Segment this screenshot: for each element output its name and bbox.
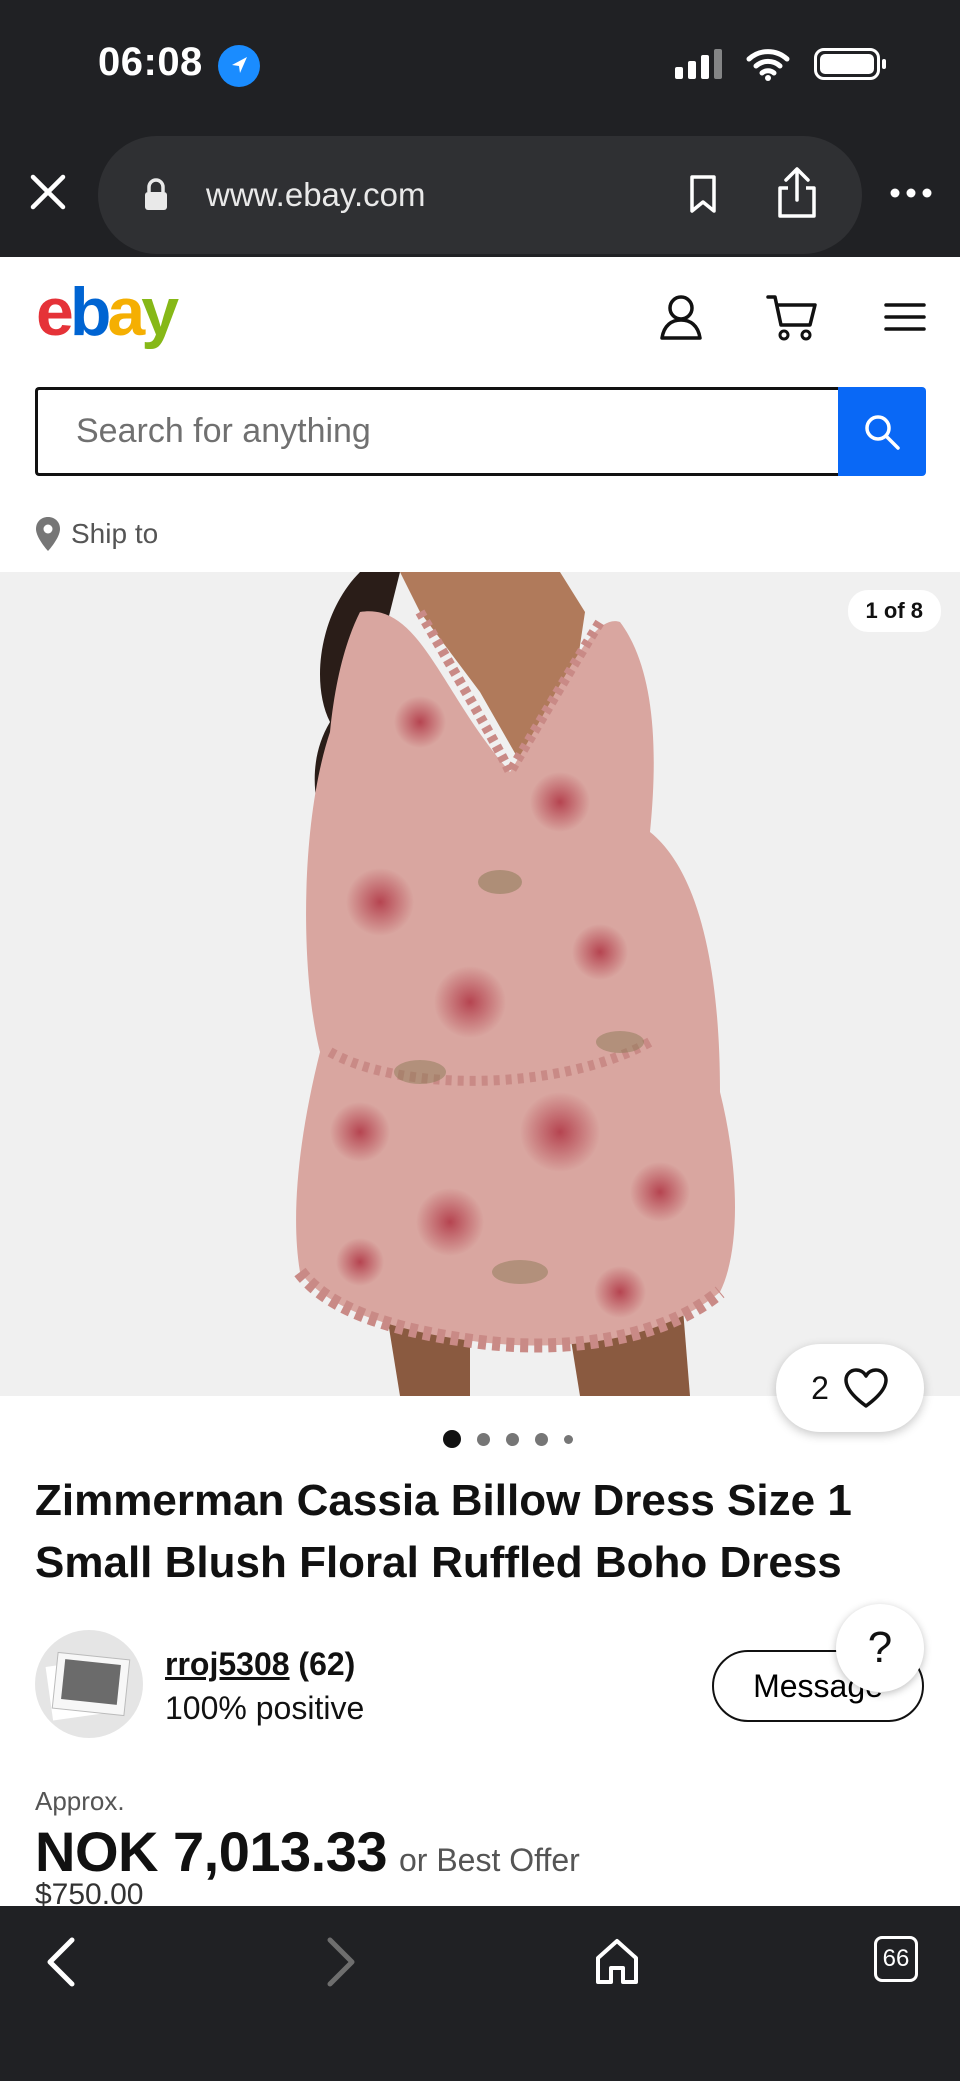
- location-arrow-icon: [218, 45, 260, 87]
- status-time: 06:08: [98, 40, 203, 84]
- browser-toolbar: www.ebay.com: [0, 130, 960, 257]
- wifi-icon: [746, 49, 790, 81]
- bookmark-icon[interactable]: [686, 174, 720, 214]
- cart-icon[interactable]: [766, 293, 818, 343]
- seller-feedback-count: (62): [298, 1646, 356, 1682]
- image-counter: 1 of 8: [847, 590, 941, 632]
- search-button[interactable]: [838, 387, 926, 476]
- approx-label: Approx.: [35, 1786, 125, 1816]
- map-pin-icon: [36, 517, 60, 551]
- seller-positive-rating: 100% positive: [165, 1690, 365, 1726]
- forward-icon[interactable]: [322, 1936, 358, 1988]
- gallery-pagination: [0, 1430, 960, 1448]
- watchlist-button[interactable]: 2: [776, 1344, 924, 1432]
- best-offer-label: or Best Offer: [398, 1842, 580, 1878]
- ship-to-link[interactable]: Ship to: [35, 516, 158, 552]
- address-bar[interactable]: www.ebay.com: [98, 136, 862, 254]
- ebay-logo[interactable]: ebay: [36, 273, 179, 351]
- status-bar: 06:08: [0, 0, 960, 130]
- pagination-dot[interactable]: [564, 1434, 573, 1444]
- heart-icon: [844, 1368, 888, 1408]
- lock-icon: [145, 178, 167, 210]
- battery-icon: [814, 48, 886, 80]
- pagination-dot-active[interactable]: [443, 1430, 461, 1448]
- price: NOK 7,013.33: [35, 1820, 387, 1883]
- pagination-dot[interactable]: [535, 1432, 548, 1446]
- listing-title: Zimmerman Cassia Billow Dress Size 1 Sma…: [35, 1476, 852, 1587]
- more-options-icon[interactable]: [890, 188, 932, 198]
- pagination-dot[interactable]: [477, 1432, 490, 1446]
- photo-placeholder-icon: [45, 1651, 131, 1721]
- search-bar: [35, 387, 926, 476]
- seller-info: rroj5308 (62) 100% positive Message: [35, 1630, 925, 1740]
- seller-avatar[interactable]: [35, 1630, 143, 1738]
- browser-bottom-bar: 66: [0, 1906, 960, 2081]
- search-icon: [865, 414, 900, 450]
- share-icon[interactable]: [774, 166, 820, 220]
- home-icon[interactable]: [594, 1936, 640, 1986]
- ship-to-label: Ship to: [71, 518, 159, 549]
- price-section: Approx. NOK 7,013.33 or Best Offer: [35, 1786, 925, 1884]
- pagination-dot[interactable]: [506, 1432, 519, 1446]
- help-button[interactable]: ?: [836, 1604, 924, 1692]
- close-icon[interactable]: [28, 172, 68, 212]
- hamburger-menu-icon[interactable]: [884, 301, 926, 333]
- status-indicators: [675, 46, 886, 82]
- product-image[interactable]: 1 of 8: [0, 572, 960, 1396]
- url-text: www.ebay.com: [206, 176, 426, 213]
- cellular-signal-icon: [675, 49, 722, 79]
- seller-name-link[interactable]: rroj5308: [165, 1646, 290, 1682]
- watch-count: 2: [811, 1369, 829, 1406]
- site-header: ebay: [0, 257, 960, 377]
- user-account-icon[interactable]: [658, 293, 704, 341]
- search-input[interactable]: [35, 387, 839, 476]
- dress-photo: [294, 572, 735, 1396]
- back-icon[interactable]: [44, 1936, 80, 1988]
- tabs-button[interactable]: 66: [874, 1936, 918, 1982]
